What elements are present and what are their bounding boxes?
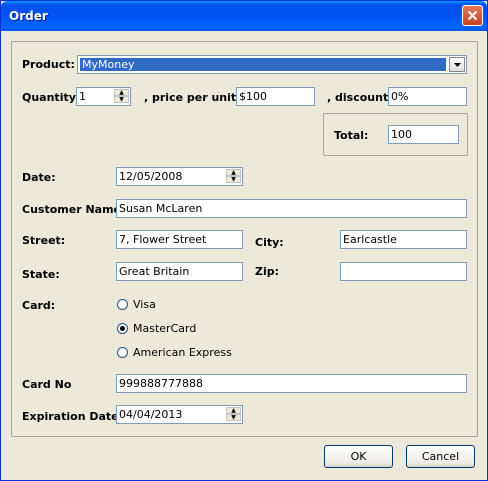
product-label: Product:	[22, 58, 75, 71]
customer-name-label: Customer Name:	[22, 203, 126, 216]
expiration-date-picker[interactable]: 04/04/2013 ▲ ▼	[116, 405, 243, 424]
product-selected-value: MyMoney	[80, 58, 446, 71]
spin-up-button[interactable]: ▲	[226, 407, 241, 414]
spin-down-button[interactable]: ▼	[114, 96, 129, 103]
order-dialog: Order Product: MyMoney Quantity: 1 ▲ ▼ ,…	[0, 0, 488, 481]
card-label: Card:	[22, 299, 56, 312]
card-radio-amex[interactable]	[117, 347, 128, 358]
spin-up-button[interactable]: ▲	[114, 89, 129, 96]
title-bar[interactable]: Order	[1, 1, 487, 31]
card-radio-visa[interactable]	[117, 299, 128, 310]
expiration-label: Expiration Date:	[22, 410, 124, 423]
street-field[interactable]: 7, Flower Street	[116, 230, 243, 249]
date-picker[interactable]: 12/05/2008 ▲ ▼	[116, 167, 243, 186]
quantity-label: Quantity:	[22, 91, 81, 104]
quantity-value: 1	[79, 90, 86, 103]
date-label: Date:	[22, 171, 56, 184]
total-label: Total:	[334, 129, 369, 142]
ok-button[interactable]: OK	[324, 445, 393, 468]
card-option-visa-label: Visa	[133, 298, 156, 311]
price-label: , price per unit:	[144, 91, 241, 104]
card-option-mastercard-label: MasterCard	[133, 322, 197, 335]
discount-label: , discount:	[327, 91, 393, 104]
card-radio-mastercard[interactable]	[117, 323, 128, 334]
quantity-stepper[interactable]: 1 ▲ ▼	[76, 87, 131, 106]
spin-down-button[interactable]: ▼	[226, 414, 241, 421]
product-combobox[interactable]: MyMoney	[77, 55, 467, 74]
dropdown-button[interactable]	[449, 57, 465, 72]
card-no-label: Card No	[22, 378, 72, 391]
card-no-field[interactable]: 999888777888	[116, 374, 467, 393]
street-label: Street:	[22, 234, 66, 247]
zip-field[interactable]	[340, 262, 467, 281]
expiration-value: 04/04/2013	[119, 408, 183, 421]
city-label: City:	[255, 236, 284, 249]
cancel-button[interactable]: Cancel	[406, 445, 475, 468]
card-option-amex-label: American Express	[133, 346, 232, 359]
date-value: 12/05/2008	[119, 170, 183, 183]
close-icon	[467, 10, 478, 21]
spin-down-button[interactable]: ▼	[226, 176, 241, 183]
customer-name-field[interactable]: Susan McLaren	[116, 199, 467, 218]
state-label: State:	[22, 268, 60, 281]
chevron-down-icon	[453, 62, 461, 67]
window-title: Order	[9, 9, 48, 23]
spin-up-button[interactable]: ▲	[226, 169, 241, 176]
close-button[interactable]	[462, 5, 483, 26]
zip-label: Zip:	[255, 265, 280, 278]
city-field[interactable]: Earlcastle	[340, 230, 467, 249]
discount-field[interactable]: 0%	[388, 87, 467, 106]
state-field[interactable]: Great Britain	[116, 262, 243, 281]
total-field[interactable]: 100	[388, 125, 459, 144]
price-field[interactable]: $100	[236, 87, 315, 106]
